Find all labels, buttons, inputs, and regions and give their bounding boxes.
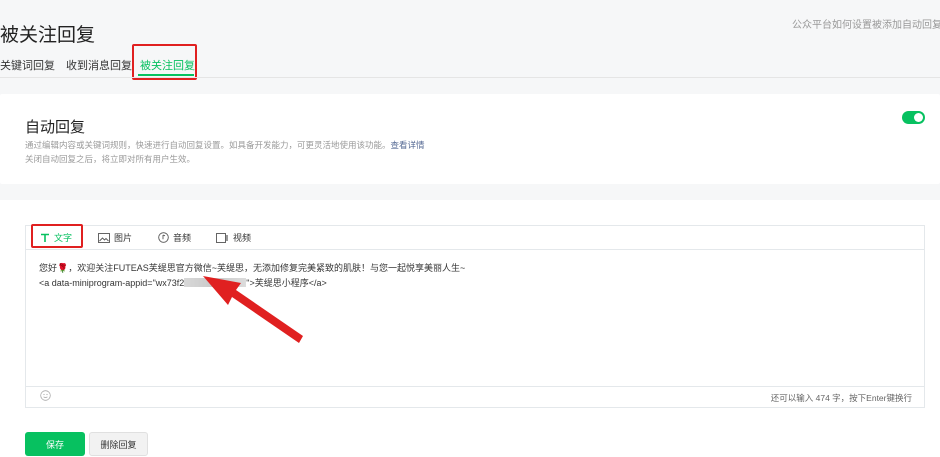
- reply-editor: 文字 图片 音频 视频 您好🌹，欢迎关注FUTEAS芙缇思官方微信~芙缇思，无添…: [25, 224, 925, 408]
- video-icon: [216, 232, 228, 243]
- auto-reply-title: 自动回复: [25, 119, 86, 136]
- top-header: 被关注回复 公众平台如何设置被添加自动回复 关键词回复 收到消息回复 被关注回复: [0, 0, 940, 80]
- editor-footer: 还可以输入 474 字，按下Enter键换行: [26, 386, 924, 408]
- auto-reply-description: 通过编辑内容或关键词规则，快速进行自动回复设置。如具备开发能力，可更灵活地使用该…: [25, 139, 425, 151]
- auto-reply-toggle[interactable]: [902, 111, 925, 124]
- auto-reply-desc-text: 通过编辑内容或关键词规则，快速进行自动回复设置。如具备开发能力，可更灵活地使用该…: [25, 140, 391, 150]
- character-counter: 还可以输入 474 字，按下Enter键换行: [770, 393, 912, 403]
- page-title: 被关注回复: [0, 25, 96, 46]
- help-link[interactable]: 公众平台如何设置被添加自动回复: [792, 16, 940, 31]
- auto-reply-note: 关闭自动回复之后，将立即对所有用户生效。: [25, 154, 196, 164]
- editor-tab-audio[interactable]: 音频: [158, 231, 191, 244]
- reply-message-line-1[interactable]: 您好🌹，欢迎关注FUTEAS芙缇思官方微信~芙缇思，无添加修复完美紧致的肌肤！与…: [39, 261, 465, 274]
- save-button[interactable]: 保存: [25, 432, 85, 456]
- reply-message-line-2[interactable]: <a data-miniprogram-appid="wx73f2 ">芙缇思小程…: [39, 276, 327, 289]
- reply-editor-card: 文字 图片 音频 视频 您好🌹，欢迎关注FUTEAS芙缇思官方微信~芙缇思，无添…: [0, 200, 940, 457]
- editor-tab-audio-label: 音频: [173, 233, 192, 243]
- annotation-box-text-tab: [31, 224, 83, 248]
- header-divider: [0, 77, 940, 78]
- tab-message-reply[interactable]: 收到消息回复: [66, 58, 132, 74]
- editor-tab-image[interactable]: 图片: [98, 231, 132, 244]
- image-icon: [98, 232, 110, 243]
- tab-keyword-reply[interactable]: 关键词回复: [0, 58, 55, 74]
- editor-tab-image-label: 图片: [114, 233, 133, 243]
- audio-icon: [158, 232, 169, 243]
- editor-tab-video-label: 视频: [233, 233, 252, 243]
- redacted-appid: [184, 278, 247, 287]
- editor-tab-video[interactable]: 视频: [216, 231, 251, 244]
- editor-type-tabs: 文字 图片 音频 视频: [26, 224, 924, 250]
- delete-reply-button[interactable]: 删除回复: [89, 432, 148, 456]
- auto-reply-card: 自动回复 通过编辑内容或关键词规则，快速进行自动回复设置。如具备开发能力，可更灵…: [0, 94, 940, 184]
- miniprogram-link-suffix: ">芙缇思小程序</a>: [246, 278, 327, 288]
- view-details-link[interactable]: 查看详情: [391, 140, 425, 150]
- miniprogram-link-prefix: <a data-miniprogram-appid="wx73f2: [39, 278, 185, 288]
- toggle-knob: [914, 113, 923, 122]
- annotation-box-tab: [132, 44, 197, 80]
- emoji-icon[interactable]: [40, 390, 51, 401]
